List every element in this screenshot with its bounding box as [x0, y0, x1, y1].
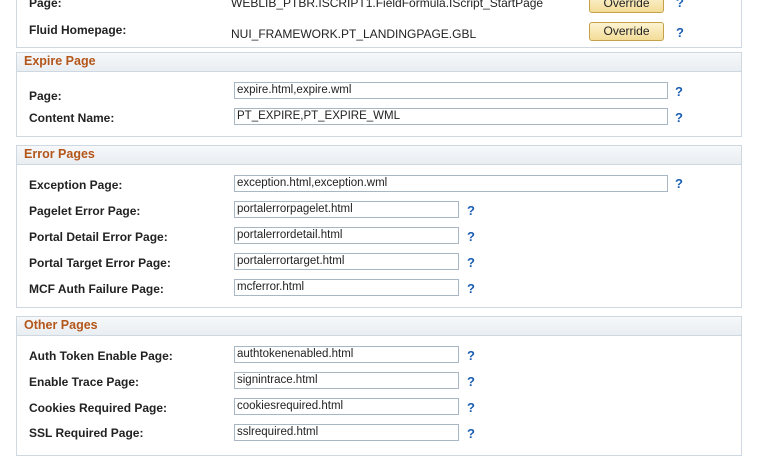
expire-page-input[interactable]: expire.html,expire.wml [234, 82, 668, 99]
exception-page-help-icon[interactable]: ? [675, 176, 683, 191]
cookies-required-page-label: Cookies Required Page: [29, 401, 168, 415]
start-page-help-icon[interactable]: ? [676, 0, 684, 10]
pagelet-error-page-input[interactable]: portalerrorpagelet.html [234, 201, 459, 218]
portal-detail-error-page-label: Portal Detail Error Page: [29, 230, 168, 244]
auth-token-enable-page-help-icon[interactable]: ? [467, 348, 475, 363]
enable-trace-page-input[interactable]: signintrace.html [234, 372, 459, 389]
cookies-required-page-input[interactable]: cookiesrequired.html [234, 398, 459, 415]
cookies-required-page-help-icon[interactable]: ? [467, 400, 475, 415]
fluid-homepage-label: Fluid Homepage: [29, 23, 127, 37]
mcf-auth-failure-page-help-icon[interactable]: ? [467, 281, 475, 296]
fluid-homepage-override-button[interactable]: Override [589, 22, 664, 41]
enable-trace-page-label: Enable Trace Page: [29, 375, 140, 389]
expire-page-title: Expire Page [24, 54, 96, 68]
mcf-auth-failure-page-label: MCF Auth Failure Page: [29, 282, 164, 296]
expire-page-help-icon[interactable]: ? [675, 84, 683, 99]
start-page-label: Page: [29, 0, 62, 10]
start-page-override-button[interactable]: Override [589, 0, 664, 13]
ssl-required-page-label: SSL Required Page: [29, 426, 144, 440]
auth-token-enable-page-label: Auth Token Enable Page: [29, 349, 173, 363]
expire-page-header: Expire Page [17, 53, 741, 72]
mcf-auth-failure-page-input[interactable]: mcferror.html [234, 279, 459, 296]
other-pages-header: Other Pages [17, 317, 741, 336]
fluid-homepage-value: NUI_FRAMEWORK.PT_LANDINGPAGE.GBL [231, 27, 477, 41]
content-name-help-icon[interactable]: ? [675, 110, 683, 125]
error-pages-header: Error Pages [17, 146, 741, 165]
pagelet-error-page-label: Pagelet Error Page: [29, 204, 141, 218]
portal-detail-error-page-input[interactable]: portalerrordetail.html [234, 227, 459, 244]
error-pages-title: Error Pages [24, 147, 95, 161]
content-name-input[interactable]: PT_EXPIRE,PT_EXPIRE_WML [234, 108, 668, 125]
fluid-homepage-help-icon[interactable]: ? [676, 25, 684, 40]
exception-page-label: Exception Page: [29, 178, 123, 192]
ssl-required-page-input[interactable]: sslrequired.html [234, 424, 459, 441]
portal-detail-error-page-help-icon[interactable]: ? [467, 229, 475, 244]
auth-token-enable-page-input[interactable]: authtokenenabled.html [234, 346, 459, 363]
expire-page-label: Page: [29, 89, 62, 103]
pagelet-error-page-help-icon[interactable]: ? [467, 203, 475, 218]
start-page-value: WEBLIB_PTBR.ISCRIPT1.FieldFormula.IScrip… [231, 0, 544, 10]
enable-trace-page-help-icon[interactable]: ? [467, 374, 475, 389]
portal-target-error-page-label: Portal Target Error Page: [29, 256, 171, 270]
exception-page-input[interactable]: exception.html,exception.wml [234, 175, 668, 192]
portal-target-error-page-help-icon[interactable]: ? [467, 255, 475, 270]
content-name-label: Content Name: [29, 111, 115, 125]
portal-target-error-page-input[interactable]: portalerrortarget.html [234, 253, 459, 270]
other-pages-title: Other Pages [24, 318, 98, 332]
ssl-required-page-help-icon[interactable]: ? [467, 426, 475, 441]
